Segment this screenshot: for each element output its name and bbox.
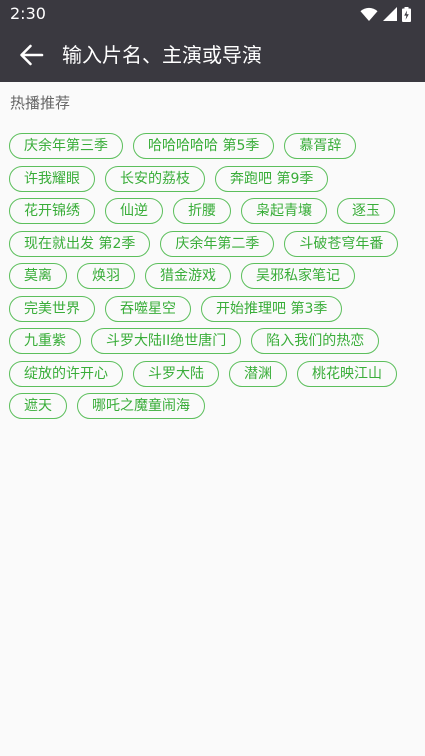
hot-tag[interactable]: 现在就出发 第2季	[9, 230, 151, 257]
hot-tag[interactable]: 潜渊	[229, 360, 287, 387]
hot-tag[interactable]: 折腰	[173, 198, 231, 224]
wifi-icon	[360, 7, 378, 21]
hot-tag[interactable]: 庆余年第三季	[9, 133, 123, 159]
hot-tag[interactable]: 莫离	[9, 263, 67, 289]
hot-tag[interactable]: 焕羽	[77, 263, 135, 289]
hot-tag-list: 庆余年第三季 哈哈哈哈哈 第5季 慕胥辞许我耀眼 长安的荔枝 奔跑吧 第9季花开锦绣 仙逆…	[9, 133, 419, 419]
hot-tag[interactable]: 绽放的许开心	[9, 360, 123, 387]
hot-tag[interactable]: 逐玉	[337, 198, 395, 224]
back-button[interactable]	[12, 36, 50, 74]
hot-tag[interactable]: 吴邪私家笔记	[241, 263, 355, 289]
search-prompt-title[interactable]: 输入片名、主演或导演	[62, 42, 262, 68]
hot-tag[interactable]: 慕胥辞	[284, 133, 357, 159]
hot-tag[interactable]: 完美世界	[9, 295, 95, 322]
hot-tag[interactable]: 花开锦绣	[9, 198, 95, 224]
status-icons	[360, 6, 411, 22]
hot-tag[interactable]: 枭起青壤	[241, 198, 327, 224]
content: 热播推荐 庆余年第三季 哈哈哈哈哈 第5季 慕胥辞许我耀眼 长安的荔枝 奔跑吧 第9季花…	[0, 82, 425, 756]
hot-tag[interactable]: 许我耀眼	[9, 165, 95, 192]
signal-icon	[383, 7, 397, 21]
hot-tag[interactable]: 哈哈哈哈哈 第5季	[133, 133, 275, 159]
hot-tag[interactable]: 遮天	[9, 393, 67, 419]
arrow-left-icon	[20, 44, 44, 66]
hot-tag[interactable]: 长安的荔枝	[105, 165, 205, 192]
hot-section-title: 热播推荐	[10, 94, 71, 112]
hot-tag[interactable]: 桃花映江山	[297, 360, 397, 387]
hot-tag[interactable]: 陷入我们的热恋	[251, 328, 380, 354]
hot-tag[interactable]: 九重紫	[9, 328, 81, 354]
status-time: 2:30	[10, 4, 46, 23]
hot-tag[interactable]: 斗破苍穹年番	[284, 230, 399, 257]
hot-tag[interactable]: 开始推理吧 第3季	[201, 295, 343, 322]
hot-tag[interactable]: 仙逆	[105, 198, 163, 224]
app-bar: 输入片名、主演或导演	[0, 28, 425, 82]
hot-tag[interactable]: 奔跑吧 第9季	[215, 165, 329, 192]
hot-tag[interactable]: 庆余年第二季	[160, 230, 275, 257]
hot-tag[interactable]: 哪吒之魔童闹海	[77, 393, 205, 419]
battery-icon	[402, 6, 411, 22]
status-bar: 2:30	[0, 0, 425, 28]
hot-tag[interactable]: 斗罗大陆	[133, 360, 219, 387]
hot-tag[interactable]: 猎金游戏	[145, 263, 231, 289]
hot-tag[interactable]: 斗罗大陆II绝世唐门	[91, 328, 242, 354]
hot-tag[interactable]: 吞噬星空	[105, 295, 191, 322]
